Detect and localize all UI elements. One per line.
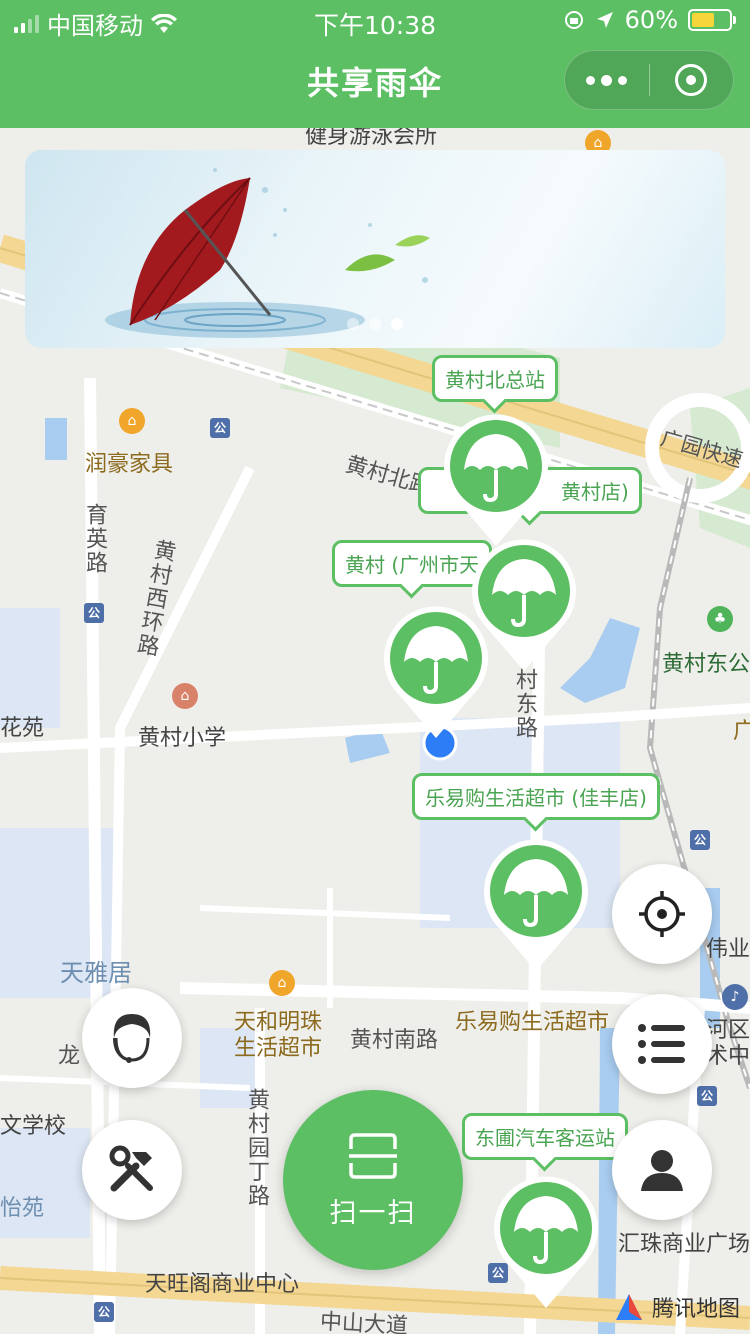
- station-callout[interactable]: 乐易购生活超市 (佳丰店): [412, 773, 660, 820]
- map-label-weiye: 伟业: [706, 937, 750, 962]
- umbrella-pin-icon[interactable]: [486, 1170, 606, 1310]
- mini-program-capsule: [564, 50, 734, 110]
- map-label-long: 龙: [58, 1044, 81, 1069]
- rotation-lock-icon: [564, 11, 583, 29]
- map-label-huayuan: 花苑: [0, 716, 45, 741]
- map-label-huizhu: 汇珠商业广场: [618, 1232, 750, 1257]
- bus-stop-icon: 公: [210, 418, 230, 438]
- tencent-map-icon: [615, 1294, 642, 1320]
- map-label-tianwang: 天旺阁商业中心: [145, 1272, 300, 1297]
- battery-percent: 60%: [624, 6, 678, 34]
- banner-dot[interactable]: [369, 318, 381, 330]
- map-label-huangcun-yuanding: 黄村园丁路: [244, 1088, 269, 1208]
- map-label-runhao: 润豪家具: [85, 452, 174, 477]
- scan-button[interactable]: 扫一扫: [283, 1090, 463, 1270]
- close-program-button[interactable]: [650, 50, 734, 110]
- map-label-yuying: 育英路: [82, 503, 107, 575]
- map-label-leyigou: 乐易购生活超市: [455, 1010, 610, 1035]
- school-poi-icon: ⌂: [172, 683, 198, 709]
- map-label-jianshen: 健身游泳会所: [305, 128, 438, 149]
- customer-service-button[interactable]: [82, 988, 182, 1088]
- more-menu-button[interactable]: [565, 50, 649, 110]
- user-center-button[interactable]: [612, 1120, 712, 1220]
- scan-label: 扫一扫: [329, 1197, 417, 1229]
- umbrella-pin-icon[interactable]: [476, 833, 596, 973]
- map-label-tianyaju: 天雅居: [60, 959, 132, 987]
- bus-stop-icon: 公: [94, 1302, 114, 1322]
- battery-icon: [688, 9, 736, 31]
- bus-stop-icon: 公: [690, 830, 710, 850]
- tools-icon: [109, 1145, 153, 1192]
- map-label-tianhe-mingzhu: 天和明珠 生活超市: [234, 1010, 323, 1061]
- map-label-huangcun-donglu: 村东路: [512, 668, 537, 740]
- station-callout[interactable]: 东圃汽车客运站: [462, 1113, 628, 1160]
- map-label-hequ: 河区 术中: [706, 1018, 750, 1069]
- crosshair-icon: [639, 891, 685, 937]
- map-label-zhongshan: 中山大道: [319, 1309, 409, 1334]
- map-provider-logo: 腾讯地图: [612, 1290, 740, 1324]
- shop-poi-icon: ⌂: [119, 408, 145, 434]
- map-label-yiyuan: 怡苑: [0, 1196, 45, 1221]
- top-bar: 中国移动 下午10:38 60% 共享雨伞: [0, 0, 750, 128]
- umbrella-pin-icon[interactable]: [436, 408, 556, 548]
- map-label-huangcun-nan: 黄村南路: [350, 1028, 439, 1053]
- banner-indicator: [25, 318, 725, 330]
- list-icon: [638, 1024, 685, 1064]
- map-label-xiaoxue: 黄村小学: [138, 726, 227, 751]
- bus-stop-icon: 公: [697, 1086, 717, 1106]
- music-poi-icon: ♪: [722, 984, 748, 1010]
- station-callout[interactable]: 黄村北总站: [432, 355, 558, 402]
- user-icon: [641, 1150, 683, 1191]
- park-poi-icon: ♣: [707, 606, 733, 632]
- bus-stop-icon: 公: [84, 603, 104, 623]
- umbrella-pin-icon[interactable]: [376, 600, 496, 740]
- repair-tools-button[interactable]: [82, 1120, 182, 1220]
- promo-banner[interactable]: [25, 150, 725, 348]
- banner-dot[interactable]: [347, 318, 359, 330]
- status-bar: 中国移动 下午10:38 60%: [0, 0, 750, 40]
- customer-service-icon: [113, 1014, 151, 1063]
- banner-dot-active[interactable]: [391, 318, 403, 330]
- locate-button[interactable]: [612, 864, 712, 964]
- map-provider-name: 腾讯地图: [651, 1297, 740, 1322]
- scan-icon: [349, 1132, 397, 1179]
- market-poi-icon: ⌂: [269, 970, 295, 996]
- target-close-icon: [675, 64, 708, 96]
- map-label-huangcun-dong-park: 黄村东公: [662, 652, 750, 677]
- map-label-wenxuexiao: 文学校: [0, 1114, 67, 1139]
- station-list-button[interactable]: [612, 994, 712, 1094]
- map-label-guang: 广: [733, 719, 750, 744]
- location-arrow-icon: [596, 12, 613, 28]
